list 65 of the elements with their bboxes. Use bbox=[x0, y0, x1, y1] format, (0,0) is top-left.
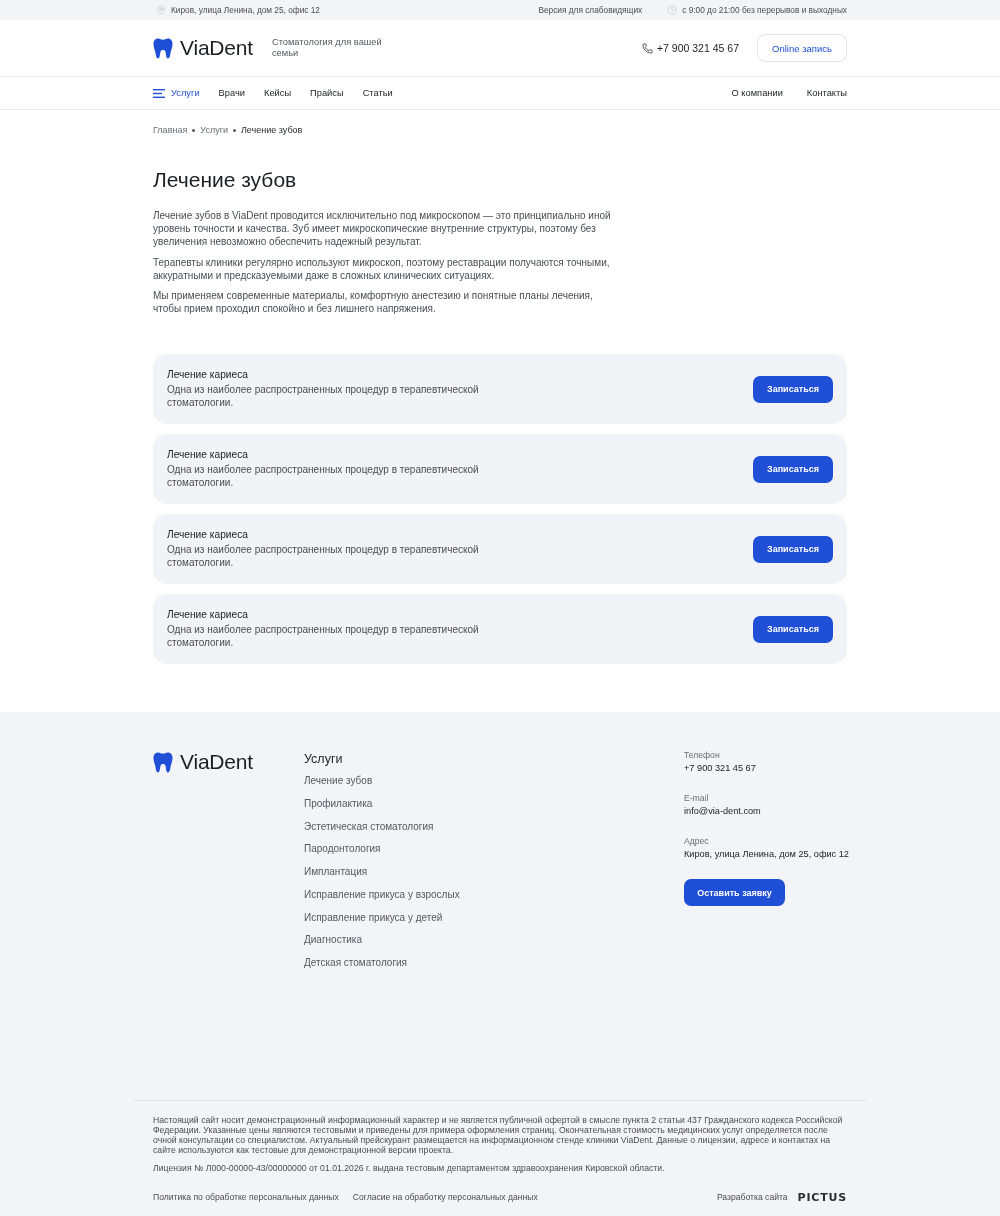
service-title: Лечение кариеса bbox=[167, 449, 248, 461]
footer-service-link[interactable]: Диагностика bbox=[304, 933, 362, 947]
disclaimer-text: Настоящий сайт носит демонстрационный информационный характер и не является публичной офертой в смысле пункта 2 статьи 437 Гражданского кодекса Российской Федерации. Указанные цены являются тестовыми и приведены для примера оформления страниц. Окончательная стоимость медицинских услуг определяется после очной консультации со специалистом. Актуальный прейскурант размещается на информационном стенде клиники ViaDent. Данные о лицензии, адресе и контактах на сайте используются как тестовые для демонстрационной версии проекта. bbox=[153, 1114, 844, 1156]
bullet-icon bbox=[232, 128, 236, 132]
nav-link[interactable]: Услуги bbox=[153, 88, 200, 98]
intro-paragraph: Лечение зубов в ViaDent проводится исключительно под микроскопом — это принципиально иной уровень точности и качества. Зуб имеет микроскопические внутренние структуры, поэтому без увеличения невозможно обеспечить надежный результат. bbox=[153, 209, 612, 249]
tooth-icon bbox=[153, 37, 173, 59]
developer-label: Разработка сайта bbox=[716, 1192, 788, 1202]
nav-link[interactable]: Контакты bbox=[806, 88, 847, 98]
footer-service-link[interactable]: Профилактика bbox=[304, 797, 373, 811]
request-button[interactable]: Оставить заявку bbox=[684, 879, 785, 907]
service-title: Лечение кариеса bbox=[167, 609, 248, 621]
contact-value: Киров, улица Ленина, дом 25, офис 12 bbox=[684, 849, 849, 860]
footer-service-link[interactable]: Детская стоматология bbox=[304, 955, 408, 969]
breadcrumb-link[interactable]: Услуги bbox=[200, 125, 228, 135]
service-description: Одна из наиболее распространенных процедур в терапевтической стоматологии. bbox=[167, 463, 480, 490]
clock-icon bbox=[667, 5, 678, 15]
breadcrumb-link[interactable]: Лечение зубов bbox=[240, 125, 303, 135]
hours-text: с 9:00 до 21:00 без перерывов и выходных bbox=[682, 5, 847, 15]
legal-link[interactable]: Политика по обработке персональных данных bbox=[153, 1192, 339, 1202]
footer-service-link[interactable]: Исправление прикуса у детей bbox=[304, 910, 443, 924]
logo[interactable]: ViaDent bbox=[153, 36, 253, 60]
footer-heading: Услуги bbox=[304, 752, 343, 767]
online-booking-button[interactable]: Online запись bbox=[757, 34, 847, 62]
contact-label: Адрес bbox=[684, 836, 709, 847]
address-text: Киров, улица Ленина, дом 25, офис 12 bbox=[171, 5, 320, 15]
license-text: Лицензия № Л000-00000-43/00000000 от 01.01.2026 г. выдана тестовым департаментом здравоохранения Кировской области. bbox=[153, 1162, 666, 1173]
service-title: Лечение кариеса bbox=[167, 369, 248, 381]
contact-value: info@via-dent.com bbox=[684, 806, 761, 817]
service-description: Одна из наиболее распространенных процедур в терапевтической стоматологии. bbox=[167, 623, 480, 650]
nav-link[interactable]: Кейсы bbox=[263, 88, 292, 98]
intro-paragraph: Терапевты клиники регулярно используют микроскоп, поэтому реставрации получаются точными, аккуратными и предсказуемыми даже в сложных клинических ситуациях. bbox=[153, 255, 611, 282]
service-title: Лечение кариеса bbox=[167, 529, 248, 541]
contact-label: Телефон bbox=[684, 750, 720, 761]
book-button[interactable]: Записаться bbox=[753, 615, 833, 643]
nav-link[interactable]: О компании bbox=[731, 88, 783, 98]
footer-service-link[interactable]: Имплантация bbox=[304, 865, 368, 879]
tooth-icon bbox=[153, 751, 173, 773]
nav-link[interactable]: Прайсы bbox=[310, 88, 344, 98]
contact-label: E-mail bbox=[684, 793, 709, 804]
phone-link[interactable]: +7 900 321 45 67 bbox=[656, 42, 739, 54]
breadcrumb-link[interactable]: Главная bbox=[153, 125, 188, 135]
nav-link[interactable]: Врачи bbox=[218, 88, 245, 98]
location-pin-icon bbox=[156, 5, 166, 15]
service-description: Одна из наиболее распространенных процедур в терапевтической стоматологии. bbox=[167, 543, 480, 570]
footer-service-link[interactable]: Лечение зубов bbox=[304, 774, 373, 788]
footer-service-link[interactable]: Эстетическая стоматология bbox=[304, 819, 434, 833]
developer-logo[interactable]: PICTUS bbox=[797, 1190, 847, 1204]
footer-logo[interactable]: ViaDent bbox=[153, 750, 253, 775]
service-description: Одна из наиболее распространенных процедур в терапевтической стоматологии. bbox=[167, 383, 480, 410]
nav-link[interactable]: Статьи bbox=[362, 88, 393, 98]
accessibility-link[interactable]: Версия для слабовидящих bbox=[538, 5, 643, 15]
phone-icon bbox=[641, 42, 653, 54]
book-button[interactable]: Записаться bbox=[753, 375, 833, 403]
legal-link[interactable]: Согласие на обработку персональных данных bbox=[352, 1192, 538, 1202]
intro-paragraph: Мы применяем современные материалы, комфортную анестезию и понятные планы лечения, чтобы прием проходил спокойно и без лишнего напряжения. bbox=[153, 289, 594, 316]
book-button[interactable]: Записаться bbox=[753, 535, 833, 563]
page-title: Лечение зубов bbox=[153, 168, 298, 192]
footer-service-link[interactable]: Исправление прикуса у взрослых bbox=[304, 887, 460, 901]
footer-service-link[interactable]: Пародонтология bbox=[304, 842, 381, 856]
book-button[interactable]: Записаться bbox=[753, 455, 833, 483]
contact-value: +7 900 321 45 67 bbox=[684, 763, 756, 774]
menu-icon bbox=[153, 88, 165, 98]
tagline: Стоматология для вашей семьи bbox=[271, 37, 383, 59]
bullet-icon bbox=[192, 128, 196, 132]
